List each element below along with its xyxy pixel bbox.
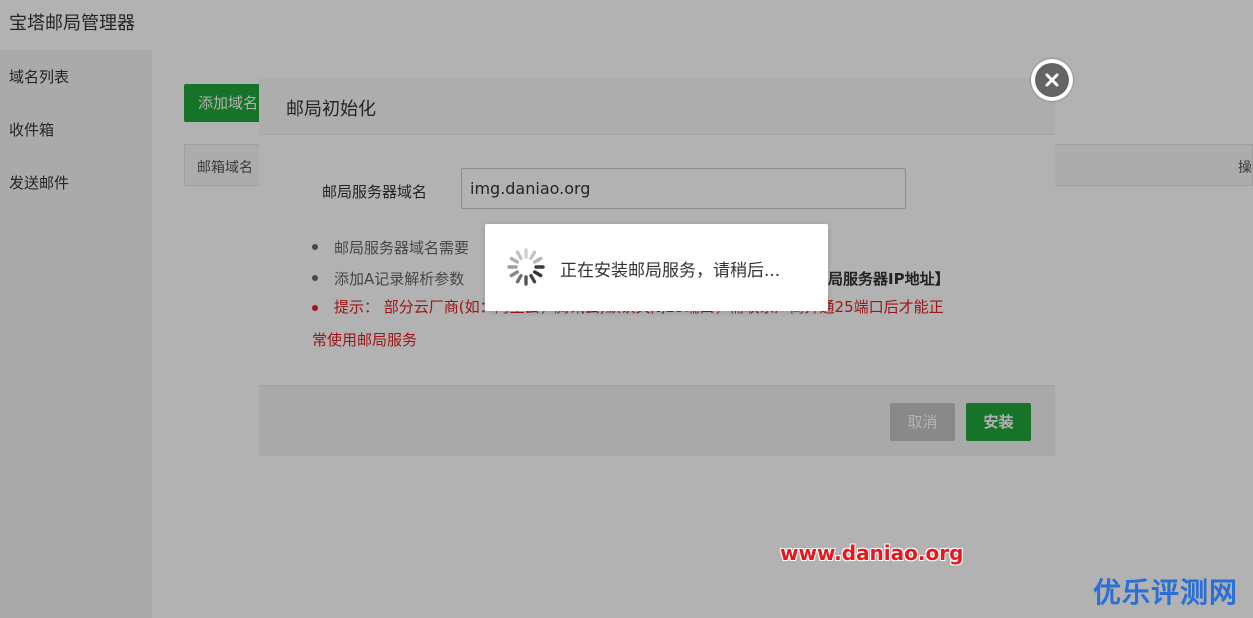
watermark-site-name: 优乐评测网: [1093, 576, 1239, 609]
close-icon: [1035, 63, 1069, 97]
loading-toast: 正在安装邮局服务，请稍后...: [485, 224, 828, 311]
watermark-url: www.daniao.org: [780, 541, 964, 565]
loading-message: 正在安装邮局服务，请稍后...: [560, 261, 781, 281]
loading-spinner-icon: [507, 248, 545, 286]
close-dialog-button[interactable]: [1031, 59, 1073, 101]
